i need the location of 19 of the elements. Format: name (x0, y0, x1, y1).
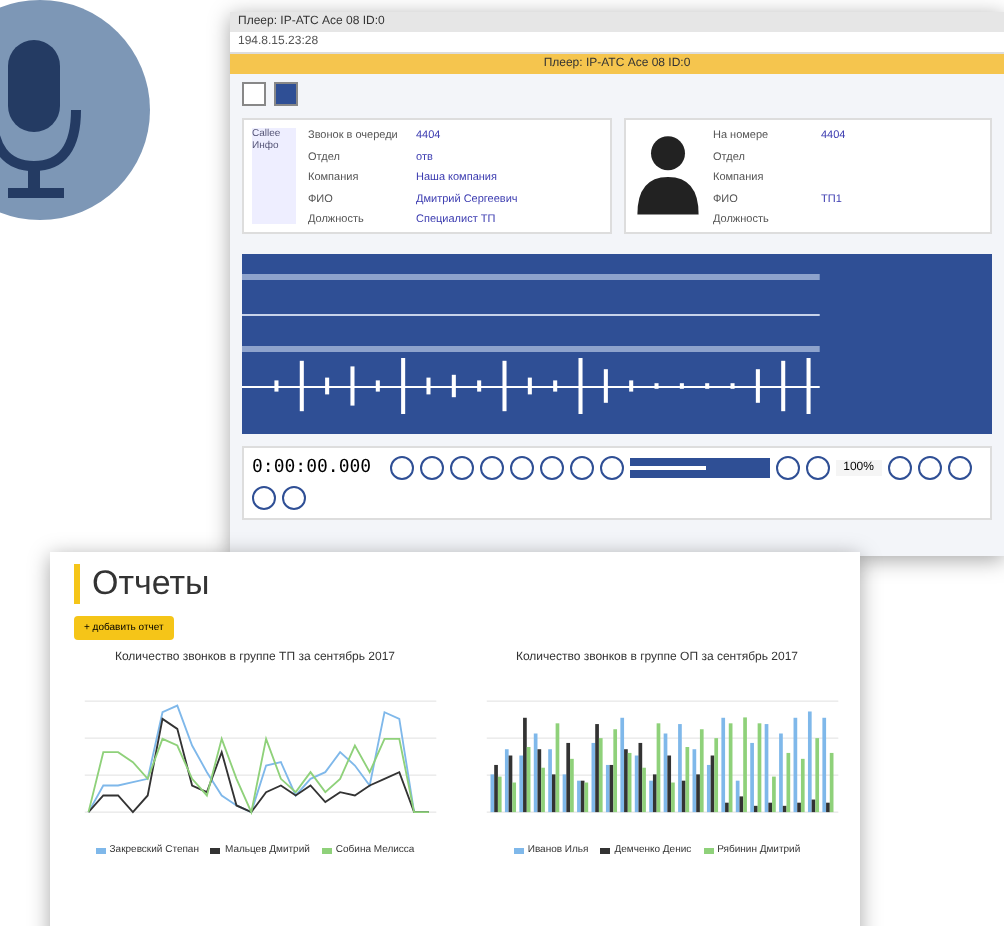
player-control-button[interactable] (509, 456, 534, 480)
player-control-button[interactable] (539, 456, 564, 480)
player-control-button[interactable] (389, 456, 414, 480)
time-display: 0:00:00.000 (252, 458, 372, 478)
volume-slider[interactable] (629, 458, 770, 478)
player-control-button[interactable] (599, 456, 624, 480)
player-control-button[interactable] (917, 456, 942, 480)
player-control-button[interactable] (805, 456, 830, 480)
player-control-button[interactable] (419, 456, 444, 480)
player-control-button[interactable] (479, 456, 504, 480)
player-control-button[interactable] (775, 456, 800, 480)
player-control-button[interactable] (569, 456, 594, 480)
page-title: Отчеты (74, 564, 860, 604)
player-control-button[interactable] (449, 456, 474, 480)
player-control-button[interactable] (947, 456, 972, 480)
player-control-button[interactable] (282, 486, 306, 510)
player-control-button[interactable] (252, 486, 276, 510)
player-control-button[interactable] (887, 456, 912, 480)
text-button[interactable] (242, 82, 266, 106)
